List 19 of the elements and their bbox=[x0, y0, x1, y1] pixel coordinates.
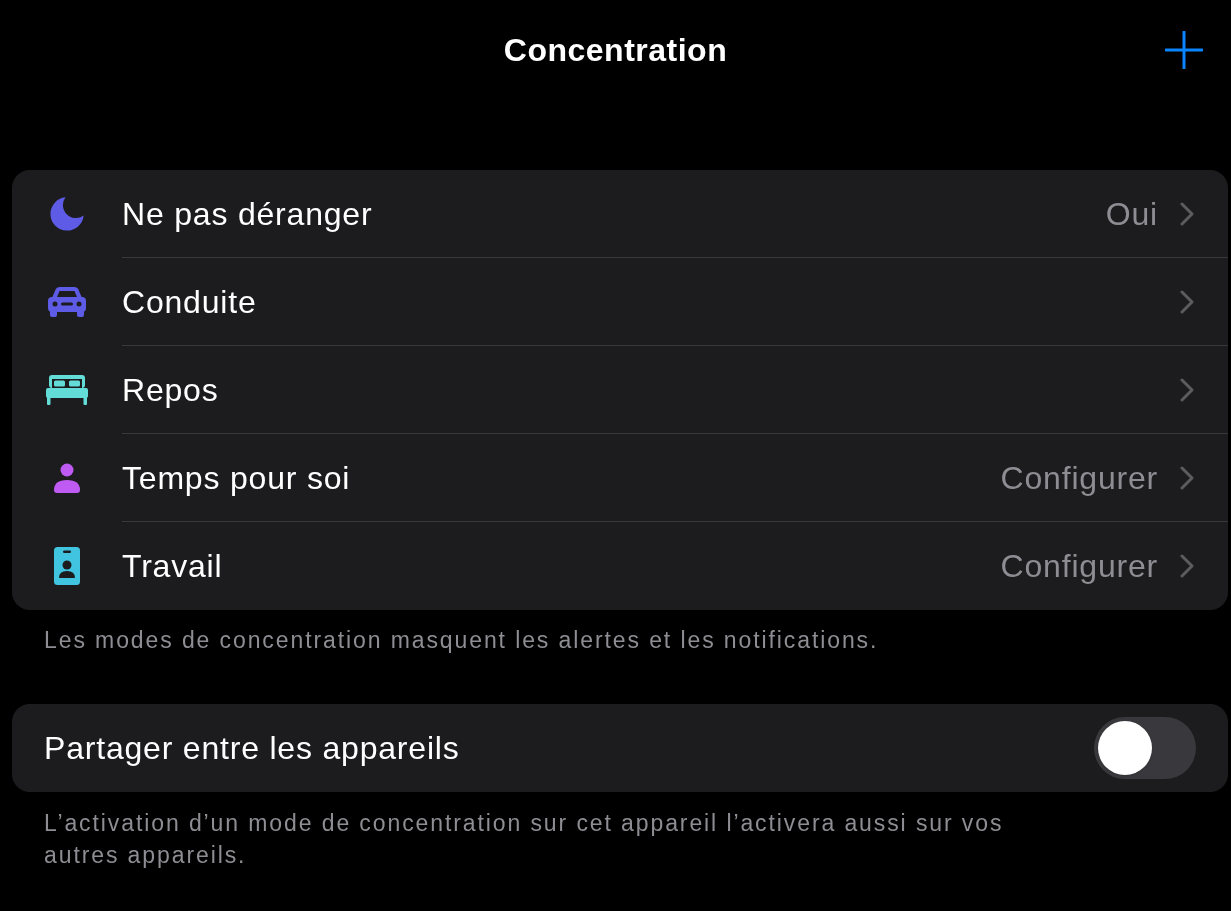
section-footer-text: Les modes de concentration masquent les alertes et les notifications. bbox=[44, 626, 879, 655]
page-title: Concentration bbox=[503, 34, 728, 66]
share-label: Partager entre les appareils bbox=[44, 729, 461, 767]
focus-mode-label[interactable]: Travail bbox=[122, 547, 1001, 585]
chevron-icon bbox=[1180, 377, 1194, 402]
mode-status-text: Oui bbox=[1105, 194, 1158, 233]
plus-icon bbox=[1165, 31, 1203, 69]
add-button[interactable] bbox=[1165, 31, 1203, 69]
mode-status-text: Configurer bbox=[1000, 547, 1158, 585]
chevron-icon bbox=[1180, 465, 1194, 490]
chevron-icon bbox=[1180, 554, 1194, 578]
section-footer-text: L’activation d’un mode de concentration sur cet appareil l’activera aussi sur vos autres appareils. bbox=[44, 809, 1005, 870]
chevron-icon bbox=[1180, 289, 1194, 314]
focus-mode-label[interactable]: Temps pour soi bbox=[122, 458, 1001, 497]
focus-mode-label[interactable]: Conduite bbox=[122, 282, 1180, 321]
chevron-icon bbox=[1180, 201, 1194, 226]
mode-status-text: Configurer bbox=[1000, 458, 1158, 497]
focus-mode-label[interactable]: Ne pas déranger bbox=[122, 194, 1106, 233]
focus-mode-label[interactable]: Repos bbox=[122, 370, 1180, 409]
